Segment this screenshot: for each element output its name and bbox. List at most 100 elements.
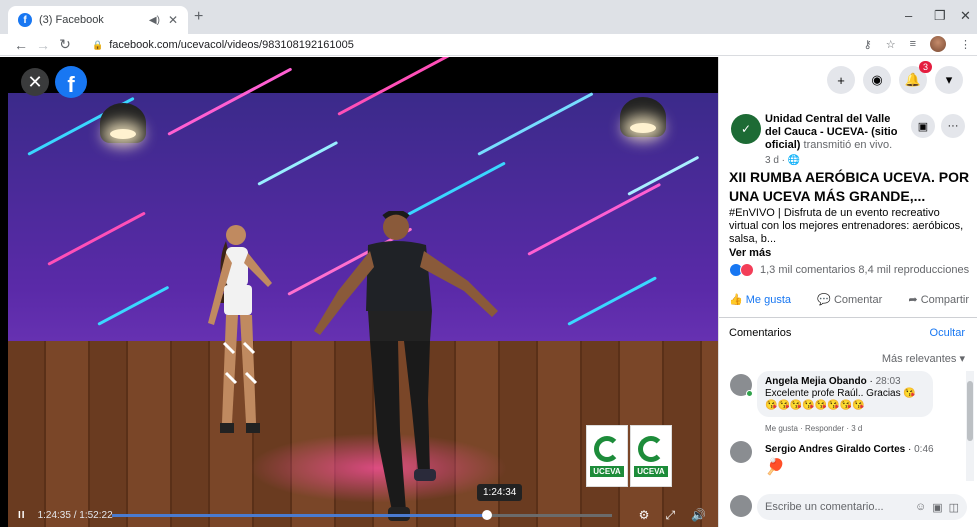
tab-close-icon[interactable]: ✕ — [168, 13, 178, 27]
tab-title: (3) Facebook — [39, 14, 104, 26]
reading-list-icon[interactable]: ≡ — [910, 38, 916, 50]
comment-button[interactable]: 💬 Comentar — [817, 293, 882, 306]
lock-icon[interactable]: 🔒 — [92, 40, 103, 51]
uceva-logo-card: UCEVA — [586, 425, 628, 487]
browser-tab[interactable]: f (3) Facebook ◀) ✕ — [8, 6, 188, 34]
reload-icon[interactable]: ↻ — [54, 36, 76, 53]
comment-actions[interactable]: Me gusta · Responder · 3 d — [765, 424, 862, 433]
neon-streak — [567, 276, 657, 326]
sort-comments-dropdown[interactable]: Más relevantes ▾ — [882, 352, 965, 365]
comment-author[interactable]: Angela Mejia Obando — [765, 376, 867, 387]
post-panel: + ◉ 🔔 3 ▾ ✓ Unidad Central del Valle del… — [718, 57, 977, 527]
key-icon[interactable]: ⚷ — [864, 38, 872, 51]
new-tab-button[interactable]: + — [194, 8, 203, 26]
comment-time[interactable]: 0:46 — [914, 444, 933, 455]
see-more-link[interactable]: Ver más — [729, 247, 771, 259]
plus-icon: + — [837, 72, 845, 88]
scrollbar-thumb[interactable] — [967, 381, 973, 441]
volume-icon[interactable]: 🔊 — [691, 508, 706, 523]
profile-avatar[interactable] — [930, 36, 946, 52]
window-close-button[interactable]: ✕ — [960, 8, 971, 24]
commenter-avatar[interactable] — [730, 374, 753, 397]
globe-icon: 🌐 — [787, 155, 801, 166]
page-avatar[interactable]: ✓ — [731, 114, 761, 144]
bell-icon: 🔔 — [904, 72, 922, 87]
post-stats: 1,3 mil comentarios 8,4 mil reproduccion… — [729, 263, 969, 277]
stage-light-right — [620, 97, 666, 137]
address-bar[interactable]: 🔒 facebook.com/ucevacol/videos/983108192… — [92, 36, 354, 54]
url-text: facebook.com/ucevacol/videos/98310819216… — [109, 39, 354, 51]
forward-arrow-icon[interactable]: → — [32, 37, 54, 53]
notification-badge: 3 — [918, 61, 932, 73]
more-options-button[interactable]: ··· — [941, 114, 965, 138]
comments-scrollbar[interactable] — [966, 371, 974, 481]
neon-streak — [337, 57, 480, 116]
emoji-icon[interactable]: ☺ — [915, 501, 926, 513]
gif-icon[interactable]: ▣ — [932, 501, 942, 514]
commenter-avatar[interactable] — [730, 441, 752, 463]
notifications-button[interactable]: 🔔 3 — [899, 61, 932, 94]
comment-author[interactable]: Sergio Andres Giraldo Cortes — [765, 444, 905, 455]
progress-bar[interactable] — [112, 510, 612, 520]
divider — [719, 317, 977, 318]
like-label: Me gusta — [745, 294, 792, 306]
video-controls: II 1:24:35 / 1:52:22 ⚙ ⤢ 🔊 — [8, 503, 718, 527]
audio-playing-icon[interactable]: ◀) — [149, 15, 160, 26]
fullscreen-icon[interactable]: ⤢ — [665, 508, 675, 523]
toolbar-actions: ⚷ ☆ ≡ ⋮ — [864, 36, 971, 52]
comment-bubble: Angela Mejia Obando · 28:03 Excelente pr… — [757, 371, 933, 417]
comment-icon: 💬 — [817, 294, 834, 306]
neon-streak — [407, 161, 506, 216]
video-player[interactable]: UCEVA UCEVA ✕ f 1:24:34 II 1:24:35 / 1:5… — [0, 57, 718, 527]
create-button[interactable]: + — [827, 66, 855, 94]
post-author: Unidad Central del Valle del Cauca - UCE… — [765, 113, 905, 152]
post-meta: 3 d · 🌐 — [765, 155, 800, 166]
neon-streak — [47, 211, 146, 266]
pause-button[interactable]: II — [18, 510, 26, 521]
facebook-logo[interactable]: f — [55, 66, 87, 98]
progress-knob[interactable] — [482, 510, 492, 520]
share-label: Compartir — [920, 294, 969, 306]
comment-emojis: 😘😘😘😘😘😘😘😘 — [765, 400, 865, 411]
facebook-favicon-icon: f — [18, 13, 32, 27]
stats-text[interactable]: 1,3 mil comentarios 8,4 mil reproduccion… — [760, 264, 969, 276]
comment-sticker: 🏓 — [765, 459, 785, 476]
messenger-icon: ◉ — [871, 72, 883, 87]
share-icon: ➦ — [908, 294, 921, 306]
current-user-avatar — [730, 495, 752, 517]
female-dancer — [208, 225, 272, 433]
sticker-icon[interactable]: ◫ — [949, 501, 959, 514]
minimize-button[interactable]: – — [905, 8, 912, 23]
neon-streak — [167, 67, 293, 136]
comment-input[interactable]: Escribe un comentario... ☺ ▣ ◫ — [757, 494, 967, 520]
header-actions: + ◉ 🔔 3 ▾ — [827, 61, 963, 94]
neon-streak — [527, 182, 662, 256]
player-icons: ⚙ ⤢ 🔊 — [639, 508, 706, 523]
like-button[interactable]: 👍 Me gusta — [729, 293, 791, 306]
close-video-button[interactable]: ✕ — [21, 68, 49, 96]
live-label: transmitió en vivo. — [800, 139, 893, 151]
settings-gear-icon[interactable]: ⚙ — [639, 508, 650, 523]
browser-menu-icon[interactable]: ⋮ — [960, 38, 971, 51]
uceva-logo-mark — [594, 435, 620, 462]
ellipsis-icon: ··· — [947, 120, 959, 132]
neon-streak — [477, 92, 594, 156]
online-indicator — [746, 390, 753, 397]
restore-button[interactable]: ❐ — [934, 8, 946, 24]
bookmark-icon: ▣ — [917, 120, 929, 133]
uceva-logo-card: UCEVA — [630, 425, 672, 487]
post-title: XII RUMBA AERÓBICA UCEVA. POR UNA UCEVA … — [729, 169, 970, 204]
post-description: #EnVIVO | Disfruta de un evento recreati… — [729, 207, 964, 245]
messenger-button[interactable]: ◉ — [863, 66, 891, 94]
post-time[interactable]: 3 d · — [765, 155, 788, 166]
comment-header: Sergio Andres Giraldo Cortes · 0:46 — [765, 444, 934, 455]
bookmark-star-icon[interactable]: ☆ — [886, 38, 896, 51]
hide-comments-link[interactable]: Ocultar — [930, 327, 965, 339]
comment-time[interactable]: 28:03 — [876, 376, 901, 387]
comment-label: Comentar — [833, 294, 883, 306]
video-frame: UCEVA UCEVA — [8, 57, 718, 527]
account-menu-button[interactable]: ▾ — [935, 66, 963, 94]
save-post-button[interactable]: ▣ — [911, 114, 935, 138]
share-button[interactable]: ➦ Compartir — [908, 293, 969, 306]
back-arrow-icon[interactable]: ← — [10, 37, 32, 53]
